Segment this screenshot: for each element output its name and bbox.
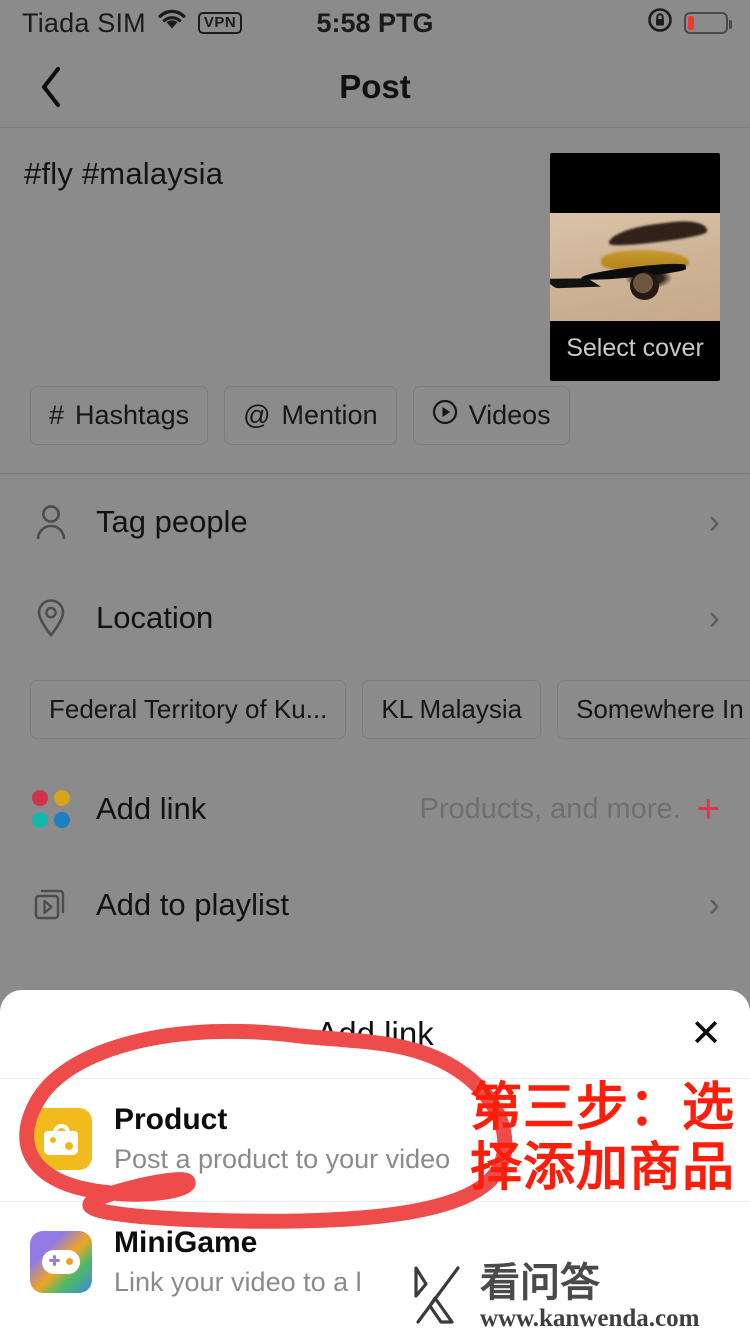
row-location-label: Location — [96, 600, 214, 635]
hashtag-icon: # — [49, 400, 65, 430]
watermark-url: www.kanwenda.com — [480, 1305, 700, 1332]
chevron-right-icon: › — [708, 598, 720, 637]
row-location-right: › — [709, 599, 720, 638]
location-chip-0[interactable]: Federal Territory of Ku... — [30, 680, 347, 739]
person-icon — [30, 503, 72, 541]
chip-hashtags-label: Hashtags — [75, 400, 190, 430]
row-add-link-label: Add link — [96, 791, 207, 826]
row-location[interactable]: Location › — [0, 570, 750, 666]
chip-videos-label: Videos — [468, 400, 551, 430]
location-chip-row: Federal Territory of Ku... KL Malaysia S… — [0, 680, 750, 739]
rotation-lock-icon — [646, 6, 674, 41]
chip-hashtags[interactable]: # Hashtags — [30, 386, 209, 445]
row-add-to-playlist-right: › — [709, 886, 720, 925]
row-tag-people[interactable]: Tag people › — [0, 474, 750, 570]
location-pin-icon — [30, 598, 72, 638]
row-add-to-playlist-label: Add to playlist — [96, 887, 289, 922]
location-chip-2[interactable]: Somewhere In Earth — [557, 680, 750, 739]
k-logo-icon — [408, 1262, 470, 1333]
playlist-icon — [30, 886, 72, 924]
sheet-option-minigame-subtitle: Link your video to a l — [114, 1267, 362, 1297]
watermark-texts: 看问答 www.kanwenda.com — [480, 1263, 699, 1333]
navigation-bar: Post — [0, 46, 750, 128]
cover-image — [550, 213, 720, 321]
wifi-icon — [157, 8, 187, 39]
at-icon: @ — [243, 400, 271, 430]
carrier-label: Tiada SIM — [22, 7, 146, 38]
chip-videos[interactable]: Videos — [412, 386, 570, 445]
chevron-right-icon: › — [708, 502, 720, 541]
row-add-link[interactable]: Add link Products, and more. + — [0, 761, 750, 857]
iris-shape — [629, 272, 659, 301]
select-cover-label[interactable]: Select cover — [550, 334, 720, 363]
page-title: Post — [339, 67, 411, 105]
caption-area: #fly #malaysia Select cover — [0, 128, 750, 386]
sheet-option-product-texts: Product Post a product to your video — [114, 1103, 450, 1175]
chip-mention[interactable]: @ Mention — [224, 386, 397, 445]
sheet-option-product-title: Product — [114, 1103, 228, 1136]
location-chip-1[interactable]: KL Malaysia — [362, 680, 542, 739]
four-dots-icon — [30, 790, 72, 828]
sheet-option-minigame-title: MiniGame — [114, 1226, 258, 1259]
sheet-option-minigame-texts: MiniGame Link your video to a l — [114, 1226, 362, 1298]
product-bag-icon — [30, 1108, 92, 1170]
row-add-link-hint: Products, and more. — [419, 792, 681, 825]
row-add-link-right: Products, and more. + — [419, 789, 721, 829]
row-add-to-playlist[interactable]: Add to playlist › — [0, 857, 750, 953]
watermark-cn-text: 看问答 — [480, 1260, 600, 1306]
row-tag-people-right: › — [709, 503, 720, 542]
sheet-header: Add link ✕ — [0, 990, 750, 1078]
sheet-option-product-subtitle: Post a product to your video — [114, 1144, 451, 1174]
status-bar-left: Tiada SIM VPN — [22, 7, 243, 39]
status-bar: Tiada SIM VPN 5:58 PTG — [0, 0, 750, 46]
annotation-text-line2: 择添加商品 — [470, 1138, 736, 1199]
status-bar-right — [646, 6, 732, 41]
eyebrow-shape — [607, 217, 708, 249]
phone-screen: Tiada SIM VPN 5:58 PTG Post #fly #malays… — [0, 0, 750, 1334]
close-icon[interactable]: ✕ — [690, 1015, 722, 1053]
caption-chip-row: # Hashtags @ Mention Videos — [0, 386, 750, 445]
brush-shape — [550, 266, 603, 301]
back-button[interactable] — [28, 64, 74, 110]
watermark: 看问答 www.kanwenda.com — [408, 1262, 699, 1333]
vpn-badge: VPN — [197, 12, 243, 34]
sheet-title: Add link — [316, 1015, 434, 1052]
plus-icon[interactable]: + — [697, 789, 720, 829]
cover-thumbnail[interactable]: Select cover — [550, 153, 720, 381]
row-tag-people-label: Tag people — [96, 504, 248, 539]
chip-mention-label: Mention — [281, 400, 378, 430]
video-play-icon — [432, 399, 458, 432]
chevron-right-icon: › — [708, 885, 720, 924]
annotation-text: 第三步：选 择添加商品 — [470, 1078, 745, 1199]
annotation-text-line1: 第三步：选 — [470, 1078, 736, 1138]
battery-icon — [684, 12, 732, 34]
minigame-gamepad-icon — [30, 1231, 92, 1293]
